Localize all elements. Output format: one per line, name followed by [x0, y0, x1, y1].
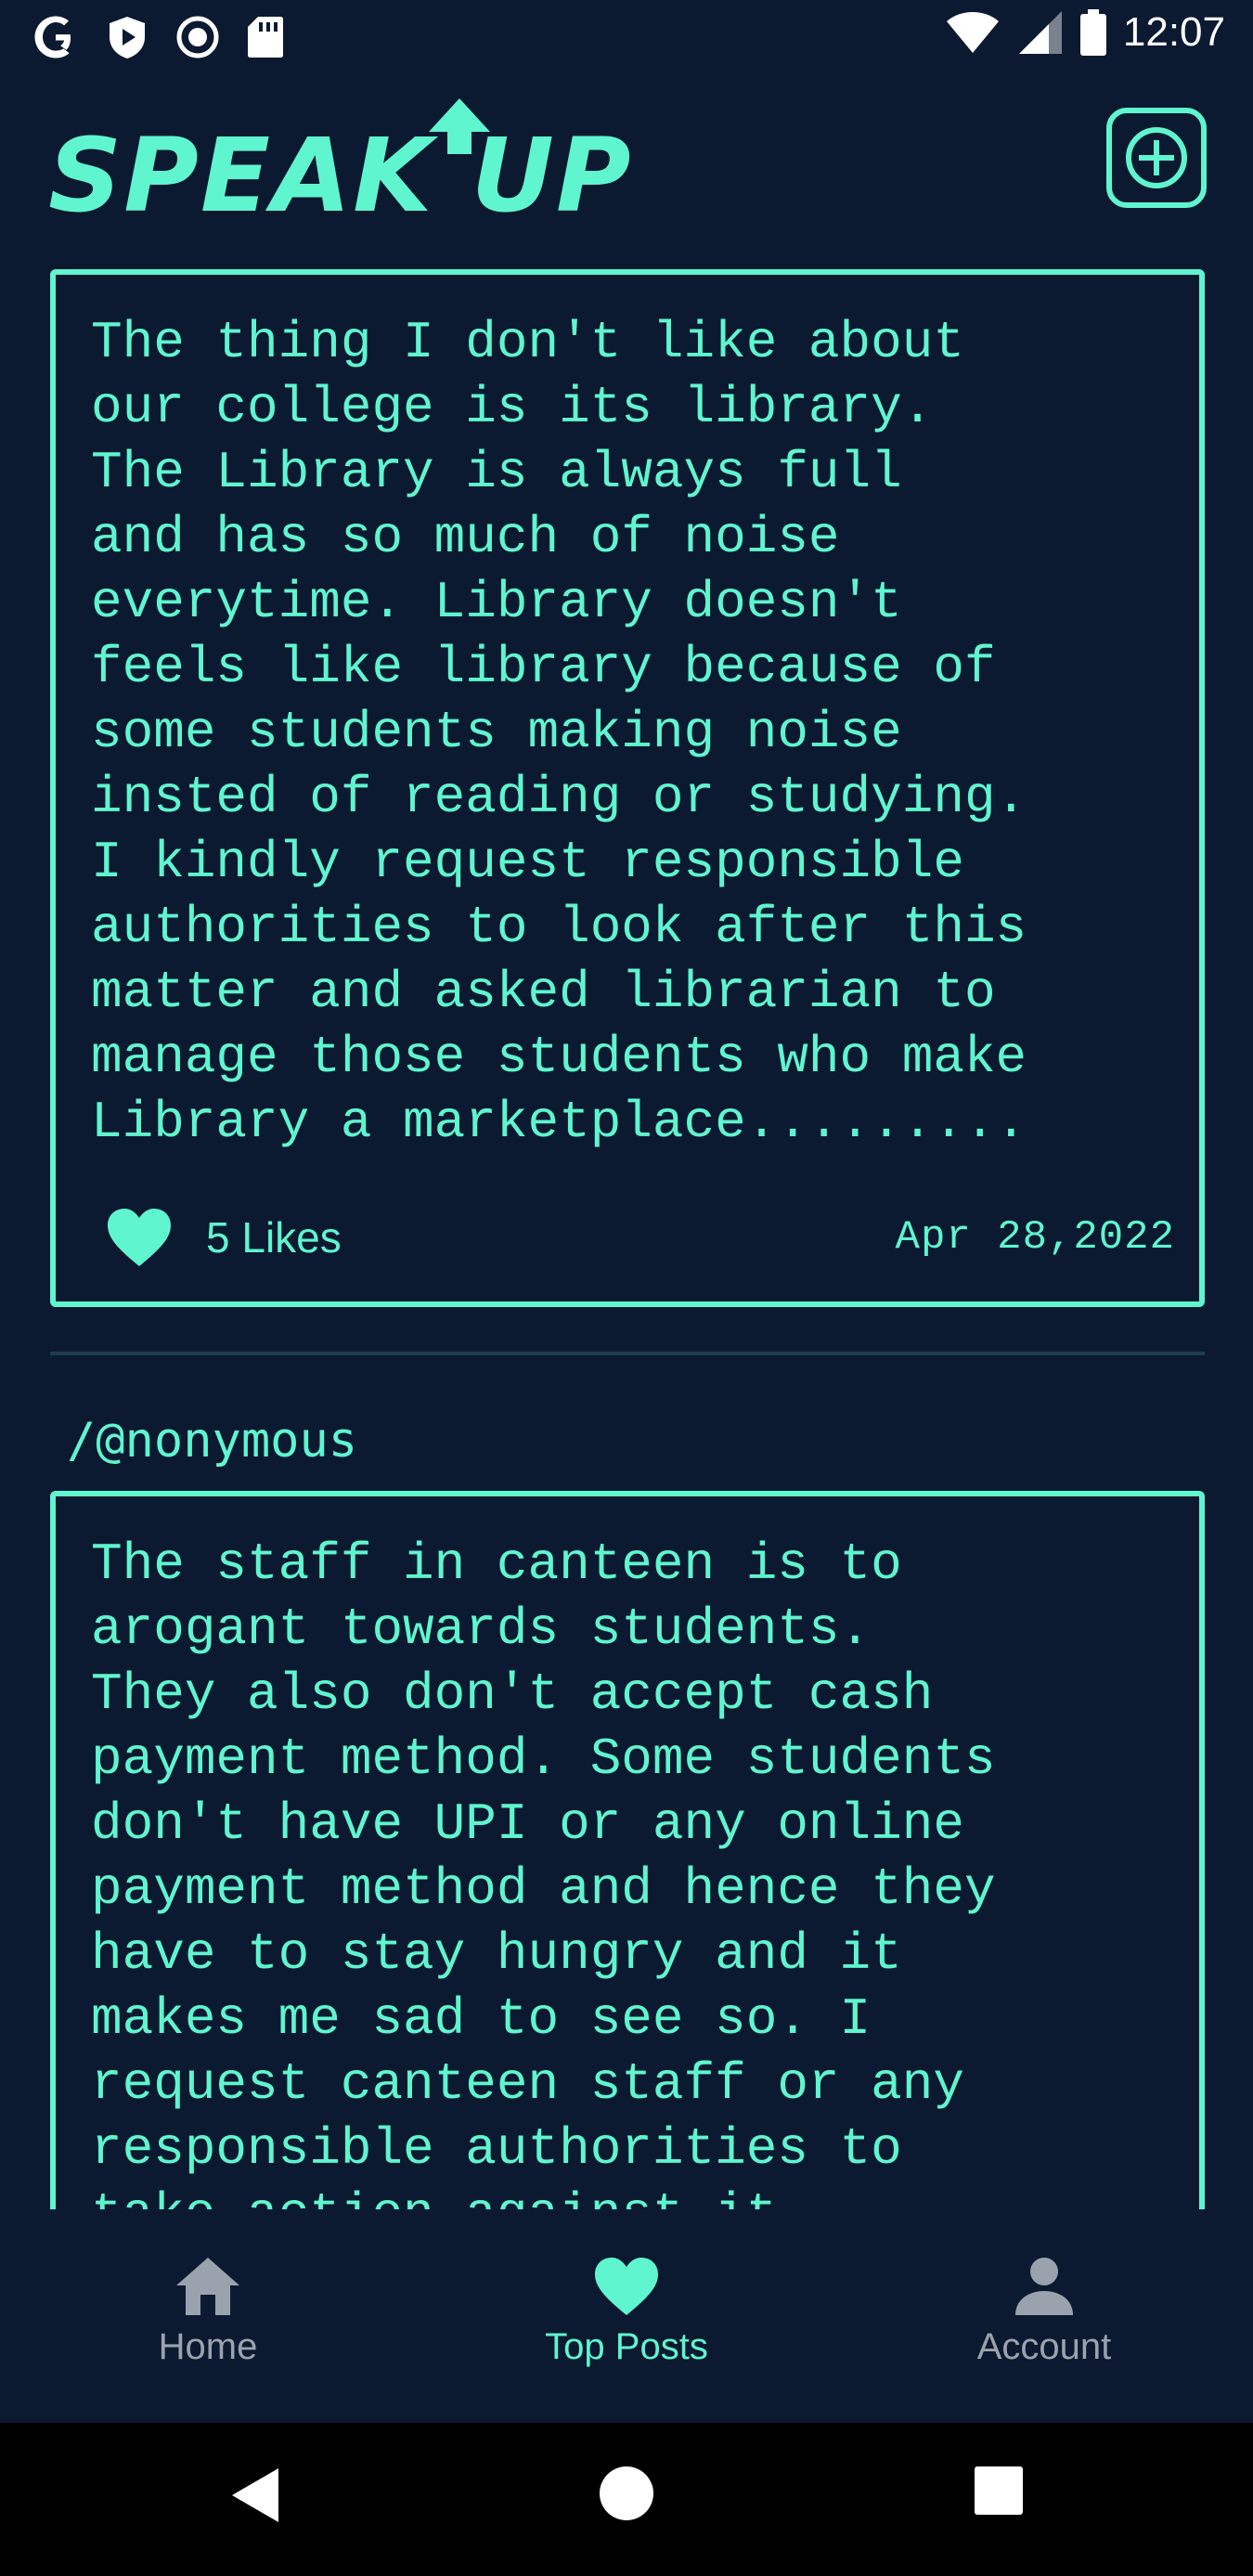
heart-icon[interactable]	[106, 1207, 173, 1268]
home-circle-icon[interactable]	[598, 2465, 655, 2522]
nav-label-home: Home	[158, 2326, 258, 2367]
logo-arrow-icon	[429, 98, 490, 154]
record-icon	[176, 16, 219, 58]
nav-item-home[interactable]: Home	[69, 2256, 347, 2368]
divider	[50, 1352, 1205, 1355]
back-icon[interactable]	[228, 2465, 284, 2526]
app-logo: SPEAK UP	[48, 97, 633, 227]
post-card[interactable]: The thing I don't like about our college…	[50, 269, 1205, 1307]
nav-item-top-posts[interactable]: Top Posts	[487, 2256, 766, 2368]
post-card[interactable]: The staff in canteen is to arogant towar…	[50, 1491, 1205, 2209]
post-footer: 5 Likes Apr 28,2022	[106, 1205, 1175, 1270]
post-text: The staff in canteen is to arogant towar…	[91, 1534, 996, 2209]
status-time: 12:07	[1122, 9, 1225, 55]
nav-label-account: Account	[976, 2326, 1112, 2367]
heart-icon	[595, 2258, 658, 2315]
status-bar: 12:07	[0, 0, 1253, 78]
google-icon	[34, 16, 71, 58]
post-date: Apr 28,2022	[895, 1214, 1175, 1261]
sd-card-icon	[248, 17, 283, 58]
system-navigation-bar	[0, 2423, 1253, 2576]
post-author: /@nonymous	[67, 1413, 358, 1469]
likes-container: 5 Likes	[106, 1207, 342, 1268]
recents-icon[interactable]	[973, 2465, 1025, 2517]
post-feed[interactable]: The thing I don't like about our college…	[0, 264, 1253, 2209]
plus-icon	[1126, 127, 1187, 188]
likes-count: 5 Likes	[206, 1213, 342, 1262]
battery-icon	[1079, 9, 1106, 56]
nav-label-top-posts: Top Posts	[545, 2326, 708, 2367]
person-icon	[1015, 2258, 1073, 2315]
logo-text: SPEAK UP	[48, 116, 633, 235]
wifi-icon	[946, 12, 999, 53]
bottom-navigation: Home Top Posts Account	[0, 2209, 1253, 2423]
post-text: The thing I don't like about our college…	[91, 313, 1027, 1152]
play-protect-icon	[110, 17, 145, 58]
home-icon	[176, 2258, 239, 2315]
app-header: SPEAK UP	[0, 78, 1253, 264]
cellular-signal-icon	[1018, 11, 1062, 54]
nav-item-account[interactable]: Account	[905, 2256, 1183, 2368]
add-post-button[interactable]	[1106, 108, 1207, 208]
